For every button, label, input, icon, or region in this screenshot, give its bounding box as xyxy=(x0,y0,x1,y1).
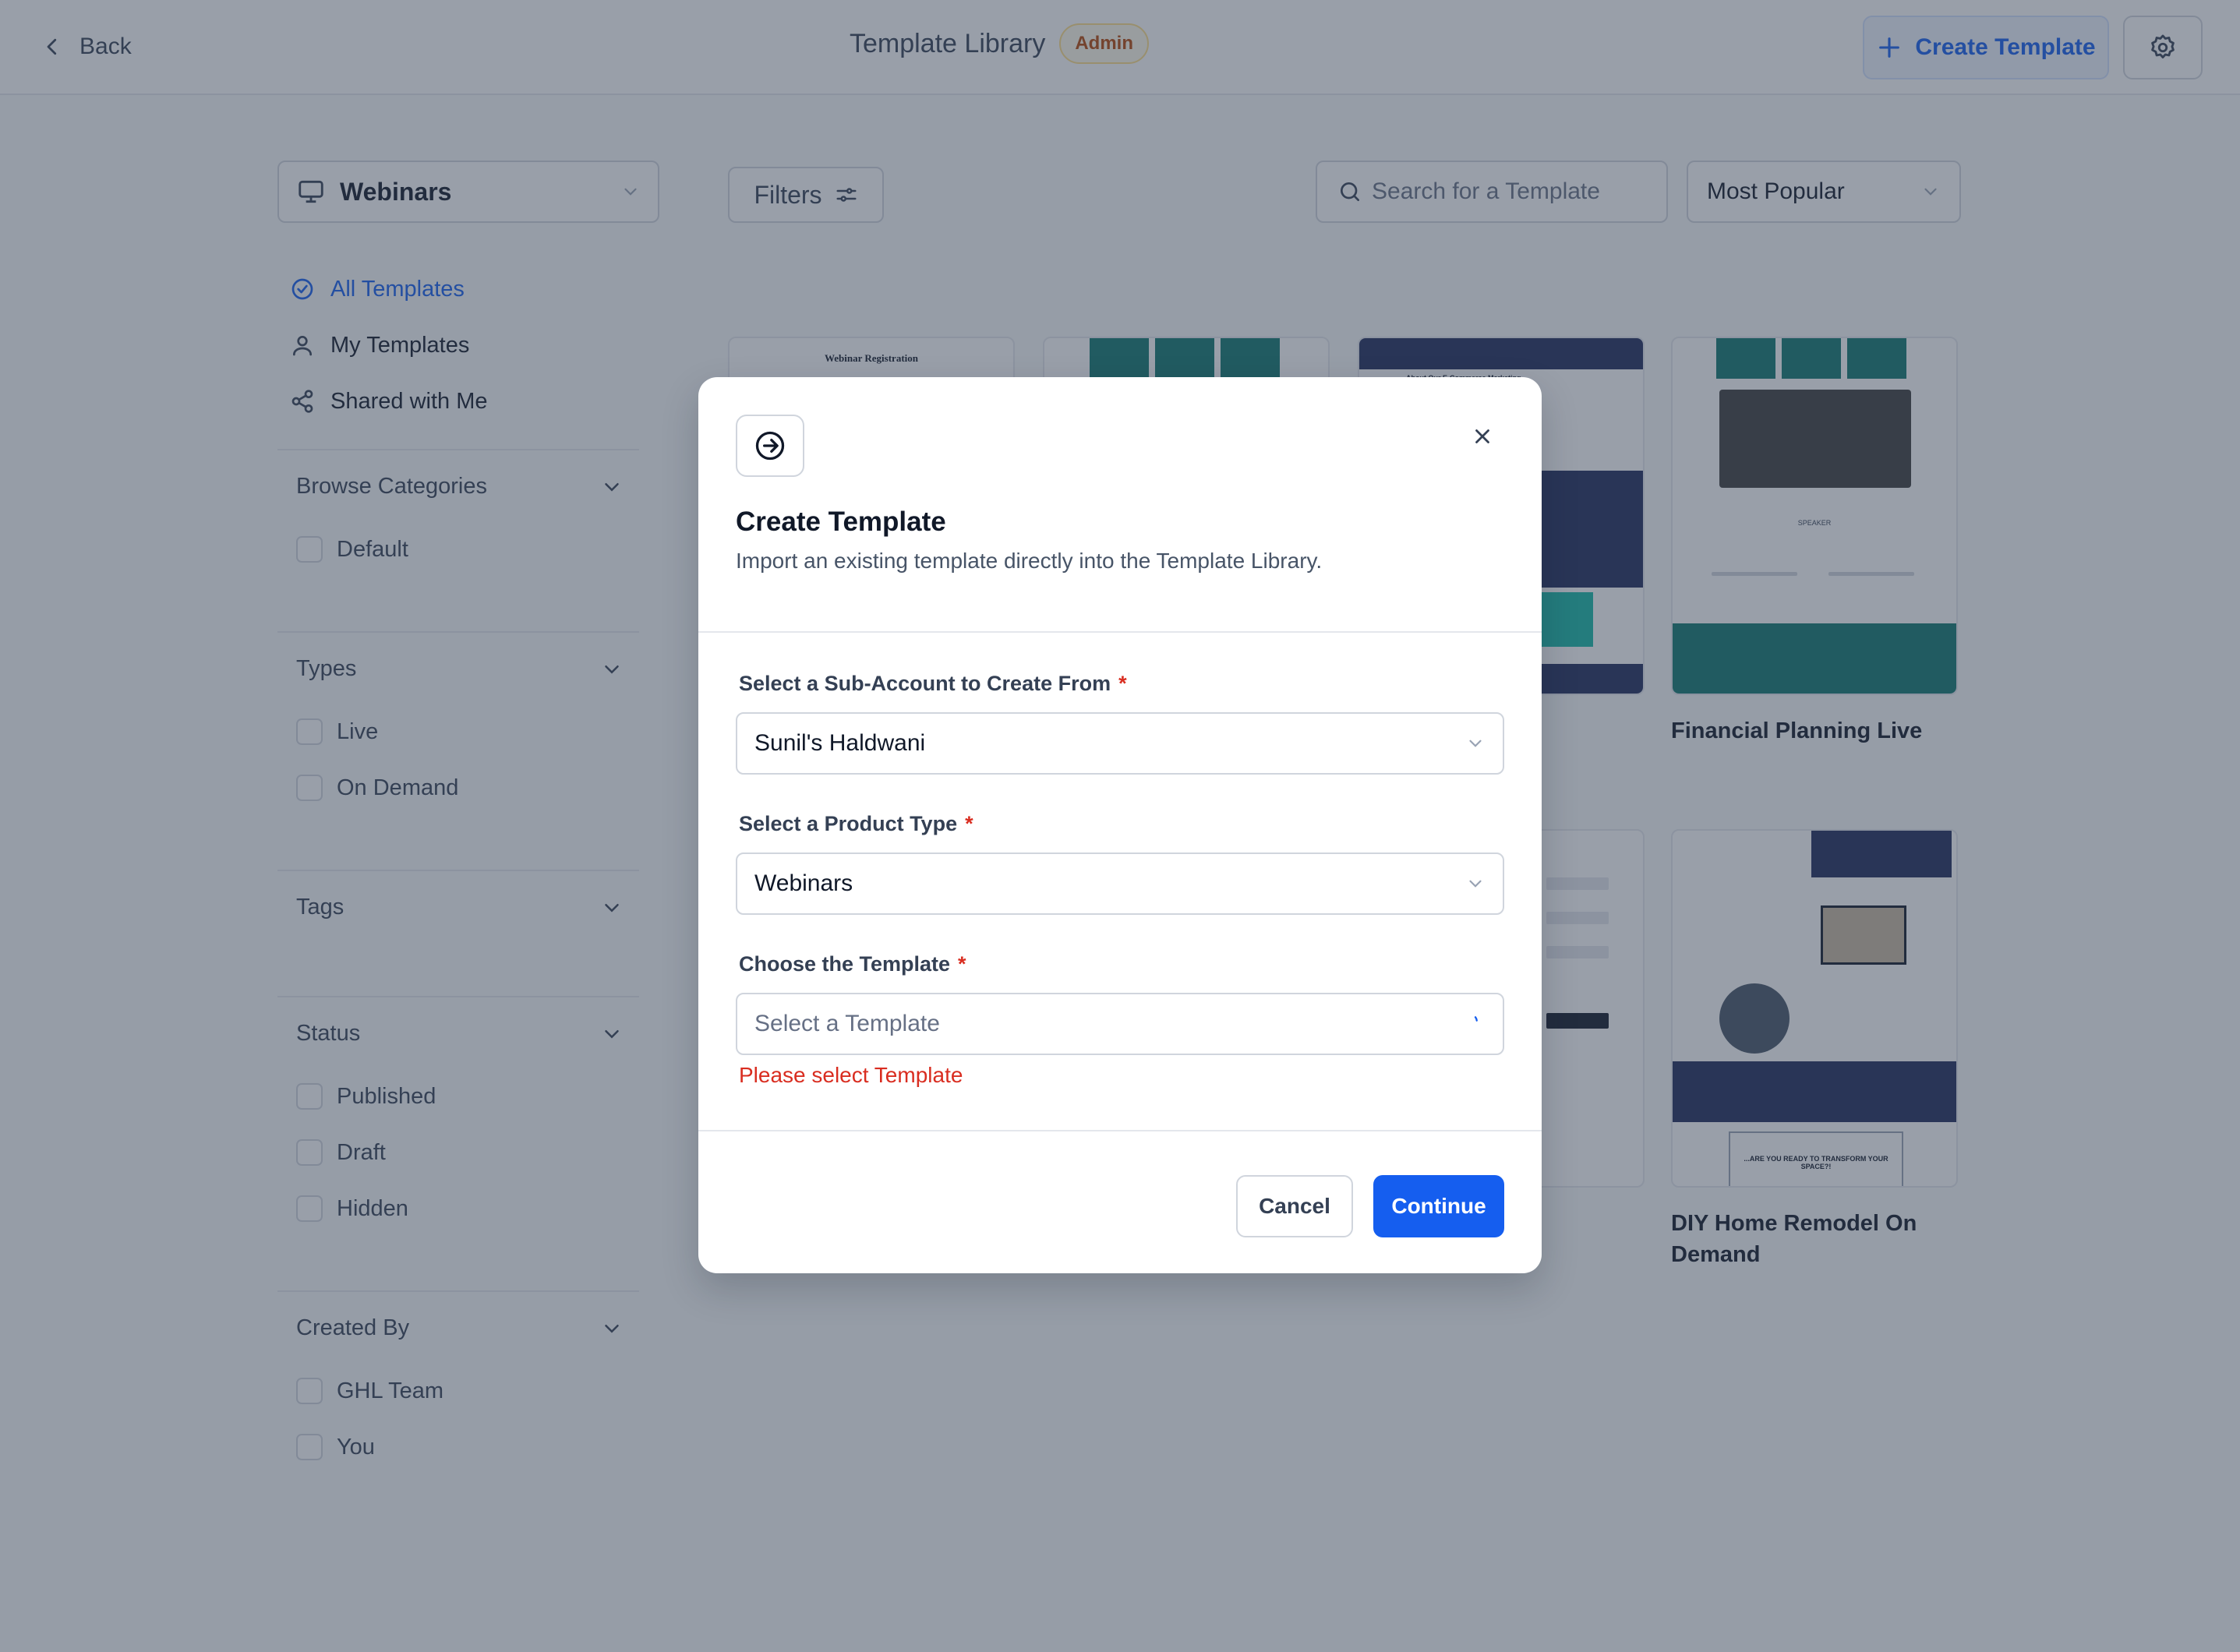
import-icon xyxy=(755,431,785,461)
modal-title: Create Template xyxy=(736,507,946,537)
template-placeholder: Select a Template xyxy=(754,1011,940,1036)
create-template-modal: Create Template Import an existing templ… xyxy=(698,377,1542,1273)
continue-button[interactable]: Continue xyxy=(1373,1175,1504,1237)
close-icon xyxy=(1475,429,1489,443)
template-label: Choose the Template * xyxy=(739,952,966,976)
modal-subtitle: Import an existing template directly int… xyxy=(736,549,1323,573)
template-select[interactable]: Select a Template xyxy=(736,993,1504,1055)
label-text: Select a Product Type xyxy=(739,812,958,835)
modal-divider xyxy=(698,631,1542,633)
sub-account-label: Select a Sub-Account to Create From * xyxy=(739,672,1127,696)
close-button[interactable] xyxy=(1462,416,1503,457)
required-marker: * xyxy=(1118,672,1127,695)
modal-divider xyxy=(698,1130,1542,1131)
label-text: Choose the Template xyxy=(739,952,951,976)
sub-account-value: Sunil's Haldwani xyxy=(754,730,926,756)
product-type-label: Select a Product Type * xyxy=(739,812,973,836)
modal-product-type-select[interactable]: Webinars xyxy=(736,852,1504,915)
template-error: Please select Template xyxy=(739,1063,963,1087)
required-marker: * xyxy=(965,812,973,835)
sub-account-select[interactable]: Sunil's Haldwani xyxy=(736,712,1504,775)
chevron-down-icon xyxy=(1469,880,1482,888)
chevron-down-icon xyxy=(1469,740,1482,747)
cancel-button[interactable]: Cancel xyxy=(1236,1175,1353,1237)
loading-spinner-icon xyxy=(1474,1016,1478,1022)
import-icon-box xyxy=(736,415,804,477)
label-text: Select a Sub-Account to Create From xyxy=(739,672,1111,695)
required-marker: * xyxy=(958,952,966,976)
product-type-value: Webinars xyxy=(754,870,853,896)
